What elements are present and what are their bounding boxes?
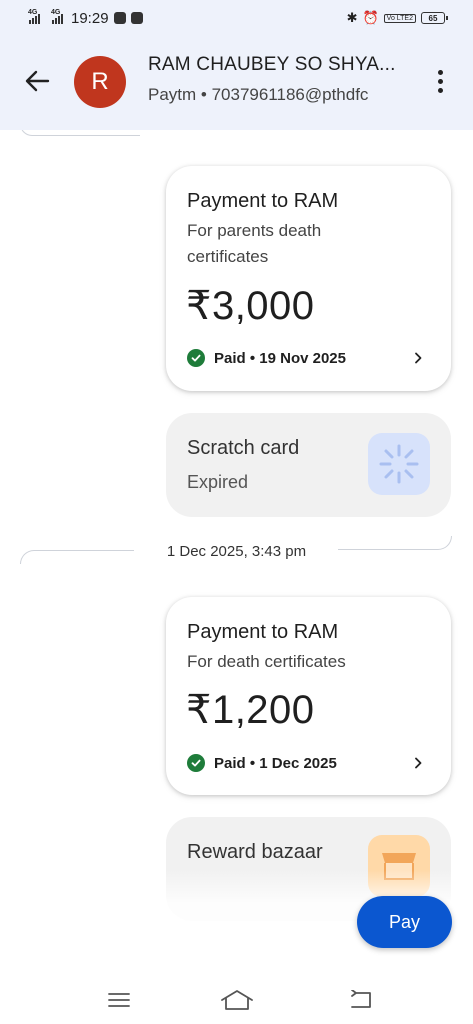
payment-note: For death certificates xyxy=(187,652,346,671)
payment-status: Paid • 1 Dec 2025 xyxy=(187,754,337,772)
avatar-letter: R xyxy=(91,68,109,95)
payment-card[interactable]: Payment to RAM For parents death certifi… xyxy=(166,166,451,391)
payment-note: For parents death certificates xyxy=(187,221,322,266)
bluetooth-icon: ✱ xyxy=(346,10,358,25)
payment-title: Payment to RAM xyxy=(187,190,339,212)
chat-header: R RAM CHAUBEY SO SHYA... Paytm • 7037961… xyxy=(0,36,473,130)
system-nav-bar xyxy=(0,980,473,1024)
status-left: 4G 4G 19:29 xyxy=(28,9,143,27)
avatar[interactable]: R xyxy=(74,56,126,108)
chat-thread[interactable]: Payment to RAM For parents death certifi… xyxy=(0,130,473,980)
home-icon[interactable] xyxy=(217,984,257,1016)
date-separator-line xyxy=(20,130,140,136)
check-circle-icon xyxy=(187,754,205,772)
scratch-card-status: Expired xyxy=(187,472,249,492)
signal-icon: 4G xyxy=(28,9,40,24)
scratch-card-title: Scratch card xyxy=(187,437,300,459)
payment-status-text: Paid • 19 Nov 2025 xyxy=(214,349,346,367)
payment-amount: ₹3,000 xyxy=(186,284,315,328)
check-circle-icon xyxy=(187,349,205,367)
status-right: ✱ ⏰ Vo LTE2 65 xyxy=(346,10,448,26)
clock: 19:29 xyxy=(71,9,109,27)
scratch-card-icon xyxy=(368,433,430,495)
payment-title: Payment to RAM xyxy=(187,621,339,643)
chevron-right-icon[interactable] xyxy=(411,754,425,772)
payment-status: Paid • 19 Nov 2025 xyxy=(187,349,346,367)
back-arrow-icon[interactable] xyxy=(22,66,52,96)
signal-icon-2: 4G xyxy=(51,9,63,24)
scratch-card[interactable]: Scratch card Expired xyxy=(166,413,451,517)
status-bar: 4G 4G 19:29 ✱ ⏰ Vo LTE2 65 xyxy=(0,0,473,36)
network-type-2: 4G xyxy=(51,9,61,16)
contact-upi-id: Paytm • 7037961186@pthdfc xyxy=(148,85,369,104)
more-vert-icon[interactable] xyxy=(430,66,450,96)
battery-level: 65 xyxy=(428,13,438,23)
payment-amount: ₹1,200 xyxy=(186,688,315,732)
date-separator: 1 Dec 2025, 3:43 pm xyxy=(0,536,473,572)
contact-name[interactable]: RAM CHAUBEY SO SHYA... xyxy=(148,54,396,76)
back-nav-icon[interactable] xyxy=(341,984,381,1016)
alarm-icon: ⏰ xyxy=(362,10,379,25)
date-separator-text: 1 Dec 2025, 3:43 pm xyxy=(166,543,307,560)
youtube-notification-icon xyxy=(130,12,143,24)
payment-status-text: Paid • 1 Dec 2025 xyxy=(214,754,337,772)
menu-icon[interactable] xyxy=(99,984,139,1016)
chevron-right-icon[interactable] xyxy=(411,349,425,367)
battery-icon: 65 xyxy=(421,12,448,24)
payment-card[interactable]: Payment to RAM For death certificates ₹1… xyxy=(166,597,451,795)
reward-bazaar-title: Reward bazaar xyxy=(187,841,323,863)
notification-app-icon xyxy=(113,12,126,24)
pay-button[interactable]: Pay xyxy=(357,896,452,948)
volte-icon: Vo LTE2 xyxy=(383,13,416,23)
network-type-1: 4G xyxy=(28,9,38,16)
